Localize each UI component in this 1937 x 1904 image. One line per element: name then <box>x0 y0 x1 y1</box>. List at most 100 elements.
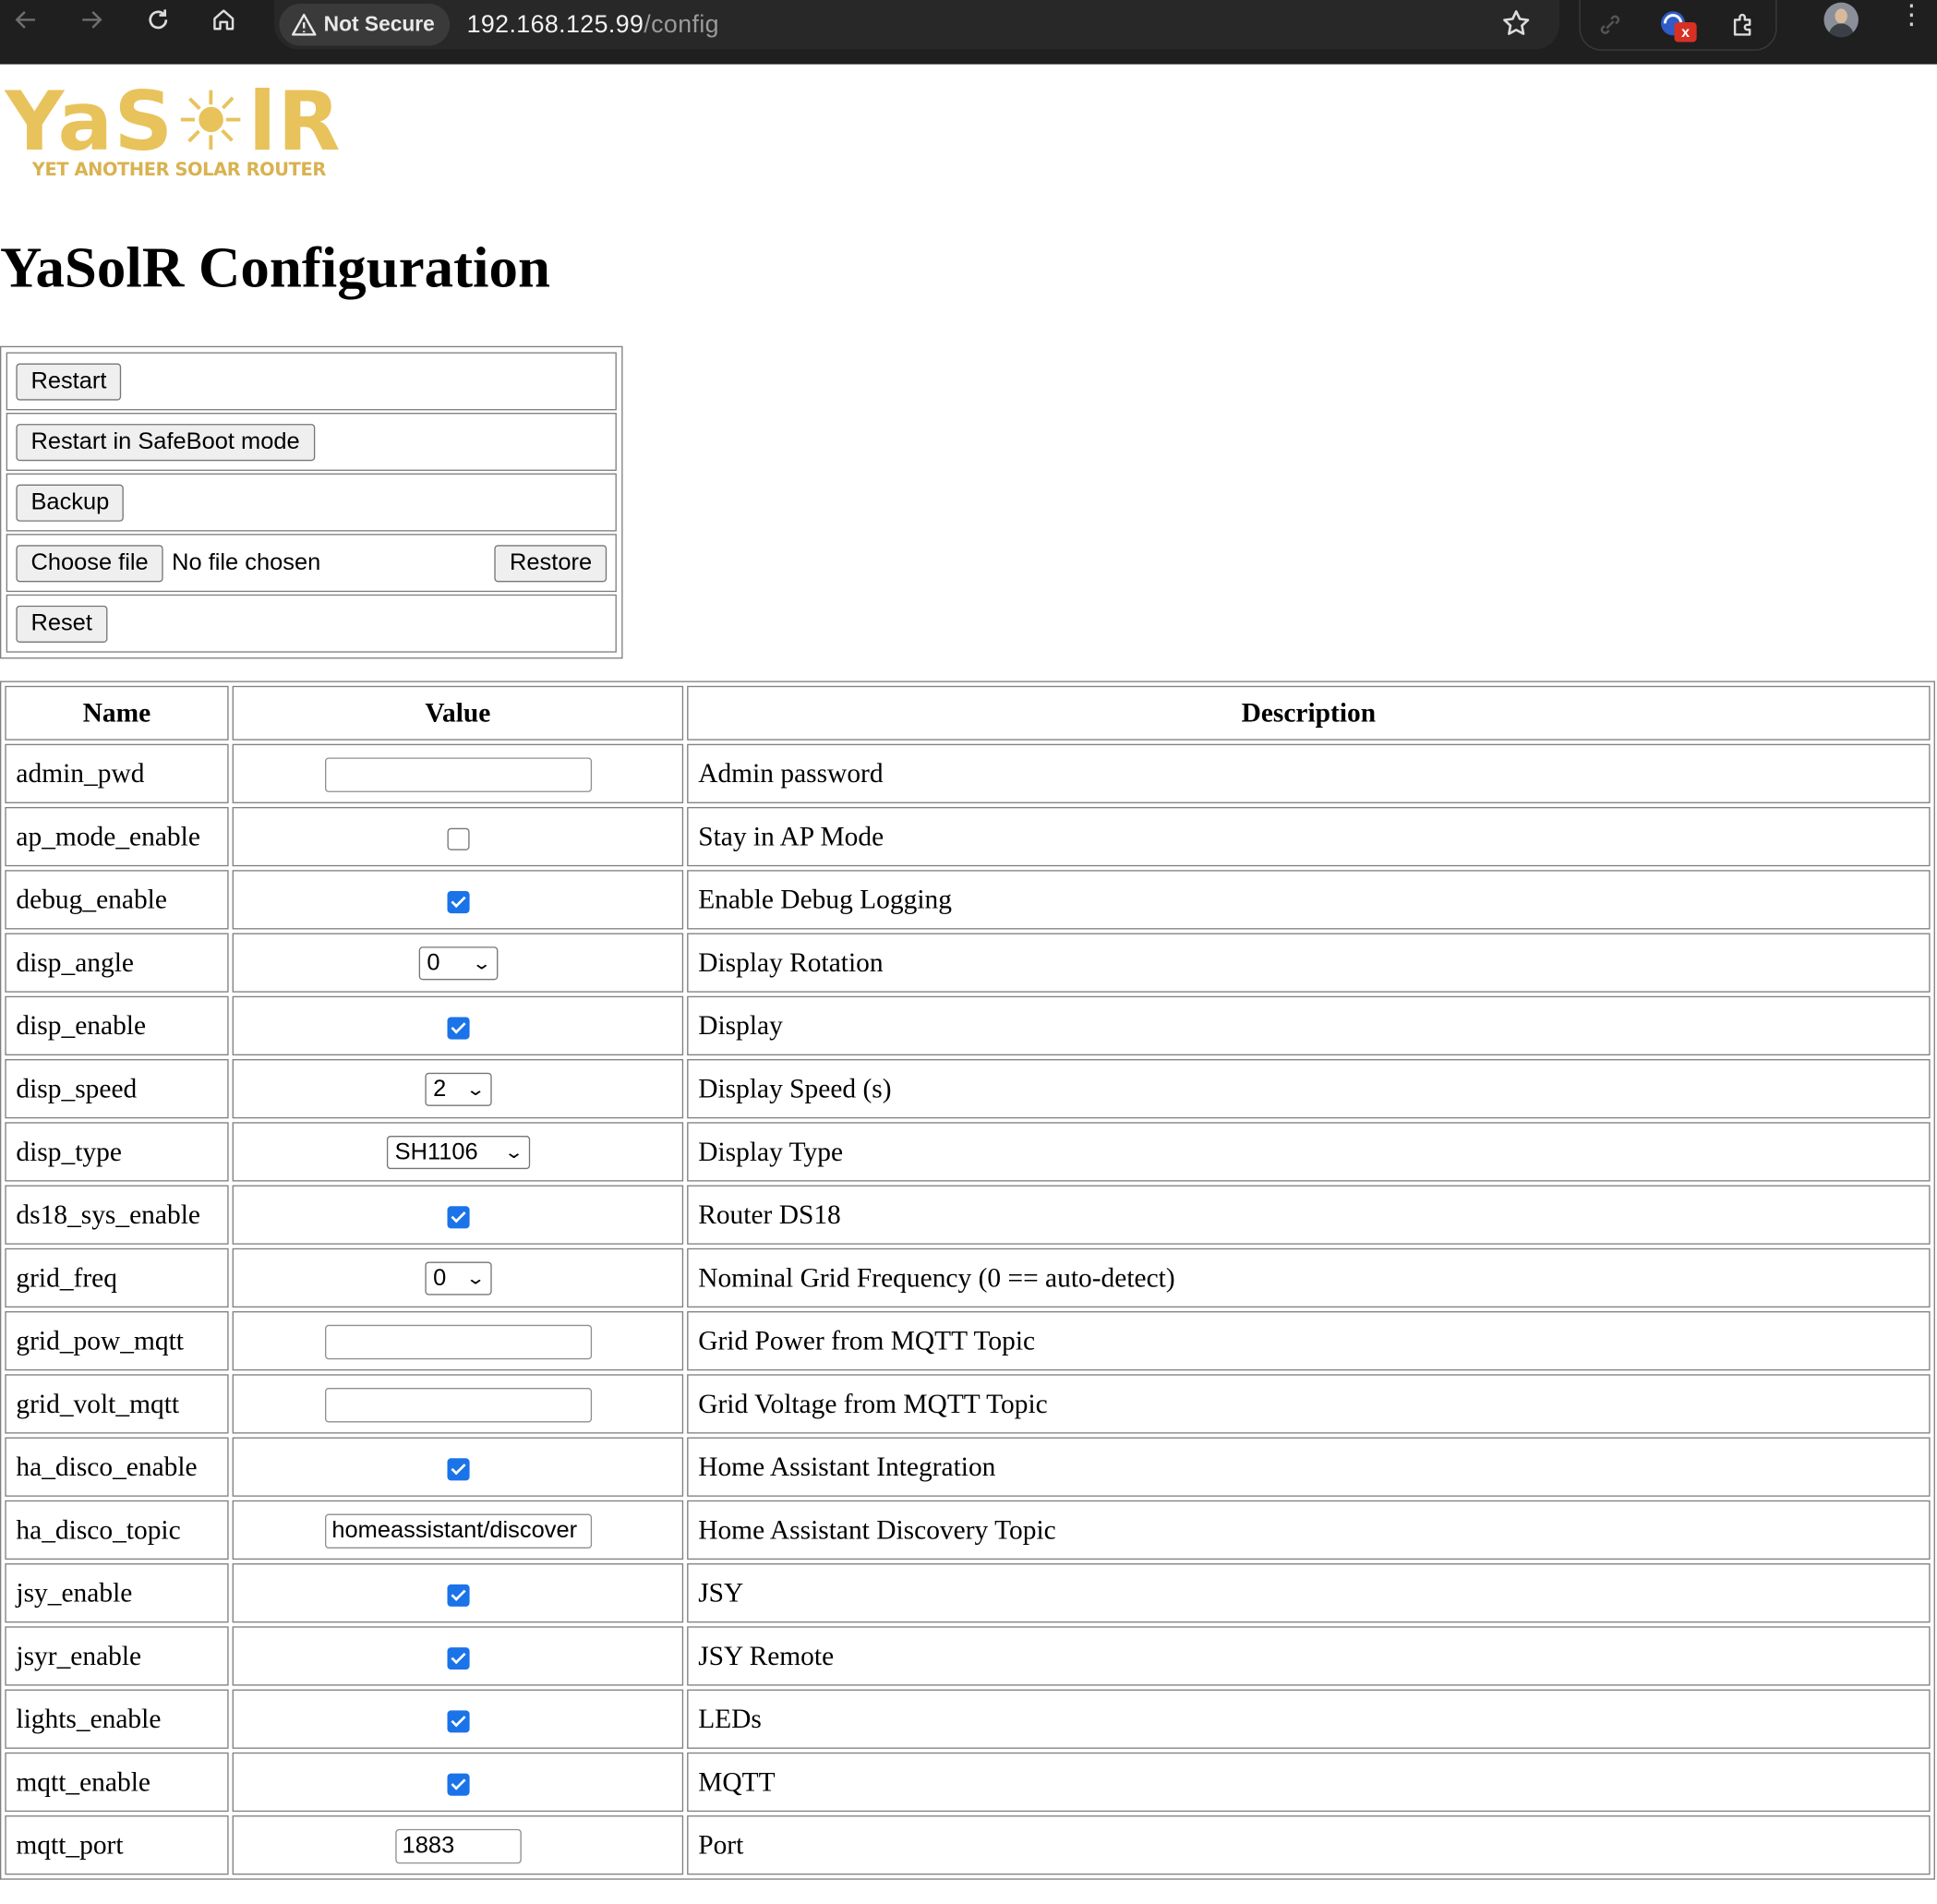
setting-description: Display <box>687 995 1931 1055</box>
table-row: grid_pow_mqtt Grid Power from MQTT Topic <box>5 1311 1931 1371</box>
setting-value-cell <box>232 995 684 1055</box>
setting-name: disp_speed <box>5 1059 229 1119</box>
table-row: ha_disco_topic Home Assistant Discovery T… <box>5 1500 1931 1561</box>
logo-tagline: YET ANOTHER SOLAR ROUTER <box>31 160 326 181</box>
yasolr-logo: YaS☀lR YET ANOTHER SOLAR ROUTER <box>5 81 345 187</box>
table-row: disp_enable Display <box>5 995 1931 1055</box>
setting-name: ds18_sys_enable <box>5 1185 229 1245</box>
setting-name: grid_volt_mqtt <box>5 1374 229 1434</box>
restore-file-row: Choose file No file chosen Restore <box>16 544 608 582</box>
setting-description: Grid Voltage from MQTT Topic <box>687 1374 1931 1434</box>
backup-button[interactable]: Backup <box>16 483 125 522</box>
chevron-down-icon: ⌄ <box>464 1268 486 1288</box>
table-row: mqtt_port Port <box>5 1815 1931 1875</box>
setting-value-cell <box>232 1500 684 1561</box>
browser-toolbar: Not Secure 192.168.125.99/config x ⋮ <box>0 0 1937 65</box>
setting-name: ap_mode_enable <box>5 806 229 867</box>
table-row: jsyr_enable JSY Remote <box>5 1626 1931 1686</box>
restart-safeboot-button[interactable]: Restart in SafeBoot mode <box>16 423 315 461</box>
table-row: ap_mode_enable Stay in AP Mode <box>5 806 1931 867</box>
no-file-label: No file chosen <box>172 548 321 576</box>
table-row: disp_angle 0 ⌄ Display Rotation <box>5 933 1931 993</box>
setting-value-cell <box>232 1689 684 1749</box>
setting-value-cell <box>232 1815 684 1875</box>
setting-name: mqtt_port <box>5 1815 229 1875</box>
header-value: Value <box>232 685 684 741</box>
lights-enable-checkbox[interactable] <box>446 1710 469 1733</box>
profile-avatar[interactable] <box>1823 2 1859 38</box>
forward-arrow-icon[interactable] <box>76 4 108 36</box>
table-row: grid_volt_mqtt Grid Voltage from MQTT Top… <box>5 1374 1931 1434</box>
disp-angle-select[interactable]: 0 ⌄ <box>418 946 498 981</box>
back-arrow-icon[interactable] <box>10 4 42 36</box>
link-extension-icon[interactable] <box>1593 7 1627 42</box>
disp-speed-select[interactable]: 2 ⌄ <box>424 1073 492 1107</box>
setting-name: jsyr_enable <box>5 1626 229 1686</box>
table-row: disp_type SH1106 ⌄ Display Type <box>5 1122 1931 1182</box>
ap-mode-enable-checkbox[interactable] <box>446 827 469 850</box>
table-row: grid_freq 0 ⌄ Nominal Grid Frequency (0 == … <box>5 1247 1931 1308</box>
header-name: Name <box>5 685 229 741</box>
puzzle-extensions-icon[interactable] <box>1726 7 1761 42</box>
table-row: disp_speed 2 ⌄ Display Speed (s) <box>5 1059 1931 1119</box>
ds18-sys-enable-checkbox[interactable] <box>446 1206 469 1229</box>
ha-disco-enable-checkbox[interactable] <box>446 1458 469 1481</box>
setting-description: JSY Remote <box>687 1626 1931 1686</box>
home-icon[interactable] <box>208 4 240 36</box>
chevron-down-icon: ⌄ <box>471 953 492 973</box>
url-path: /config <box>644 10 719 38</box>
setting-name: lights_enable <box>5 1689 229 1749</box>
table-row: ds18_sys_enable Router DS18 <box>5 1185 1931 1245</box>
admin-pwd-input[interactable] <box>324 756 592 792</box>
setting-description: Home Assistant Discovery Topic <box>687 1500 1931 1561</box>
setting-value-cell <box>232 870 684 930</box>
choose-file-button[interactable]: Choose file <box>16 544 163 582</box>
restart-button[interactable]: Restart <box>16 362 122 400</box>
debug-enable-checkbox[interactable] <box>446 890 469 914</box>
table-row: ha_disco_enable Home Assistant Integratio… <box>5 1437 1931 1497</box>
actions-table: Restart Restart in SafeBoot mode Backup … <box>0 345 623 659</box>
jsy-enable-checkbox[interactable] <box>446 1584 469 1607</box>
select-value: SH1106 <box>394 1139 478 1165</box>
grid-pow-mqtt-input[interactable] <box>324 1324 592 1359</box>
setting-name: grid_freq <box>5 1247 229 1308</box>
table-row: lights_enable LEDs <box>5 1689 1931 1749</box>
select-value: 0 <box>427 949 440 976</box>
setting-value-cell: 2 ⌄ <box>232 1059 684 1119</box>
chevron-down-icon: ⌄ <box>464 1079 486 1100</box>
chevron-down-icon: ⌄ <box>503 1141 524 1163</box>
security-chip[interactable]: Not Secure <box>279 4 450 46</box>
grid-freq-select[interactable]: 0 ⌄ <box>424 1261 492 1295</box>
select-value: 2 <box>433 1076 447 1103</box>
setting-value-cell <box>232 1563 684 1623</box>
reload-icon[interactable] <box>142 4 174 36</box>
disp-type-select[interactable]: SH1106 ⌄ <box>386 1136 530 1170</box>
setting-description: Port <box>687 1815 1931 1875</box>
setting-name: admin_pwd <box>5 743 229 803</box>
setting-value-cell <box>232 1185 684 1245</box>
setting-value-cell: 0 ⌄ <box>232 933 684 993</box>
url-host: 192.168.125.99 <box>466 10 644 38</box>
setting-name: disp_enable <box>5 995 229 1055</box>
mqtt-port-input[interactable] <box>394 1828 522 1863</box>
disp-enable-checkbox[interactable] <box>446 1017 469 1040</box>
setting-description: Stay in AP Mode <box>687 806 1931 867</box>
mqtt-enable-checkbox[interactable] <box>446 1773 469 1796</box>
setting-description: MQTT <box>687 1752 1931 1813</box>
extension-error-icon[interactable]: x <box>1657 7 1697 42</box>
setting-description: Display Speed (s) <box>687 1059 1931 1119</box>
reset-button[interactable]: Reset <box>16 605 107 643</box>
bookmark-star-icon[interactable] <box>1500 7 1533 45</box>
setting-value-cell <box>232 1626 684 1686</box>
select-value: 0 <box>433 1265 447 1292</box>
setting-name: ha_disco_topic <box>5 1500 229 1561</box>
browser-menu-icon[interactable]: ⋮ <box>1898 1 1925 28</box>
logo-wordmark: YaS☀lR <box>5 74 342 170</box>
ha-disco-topic-input[interactable] <box>324 1512 592 1549</box>
setting-value-cell <box>232 743 684 803</box>
setting-value-cell <box>232 1752 684 1813</box>
address-bar[interactable]: Not Secure 192.168.125.99/config <box>274 0 1560 50</box>
grid-volt-mqtt-input[interactable] <box>324 1387 592 1422</box>
jsyr-enable-checkbox[interactable] <box>446 1647 469 1670</box>
restore-button[interactable]: Restore <box>494 544 608 582</box>
